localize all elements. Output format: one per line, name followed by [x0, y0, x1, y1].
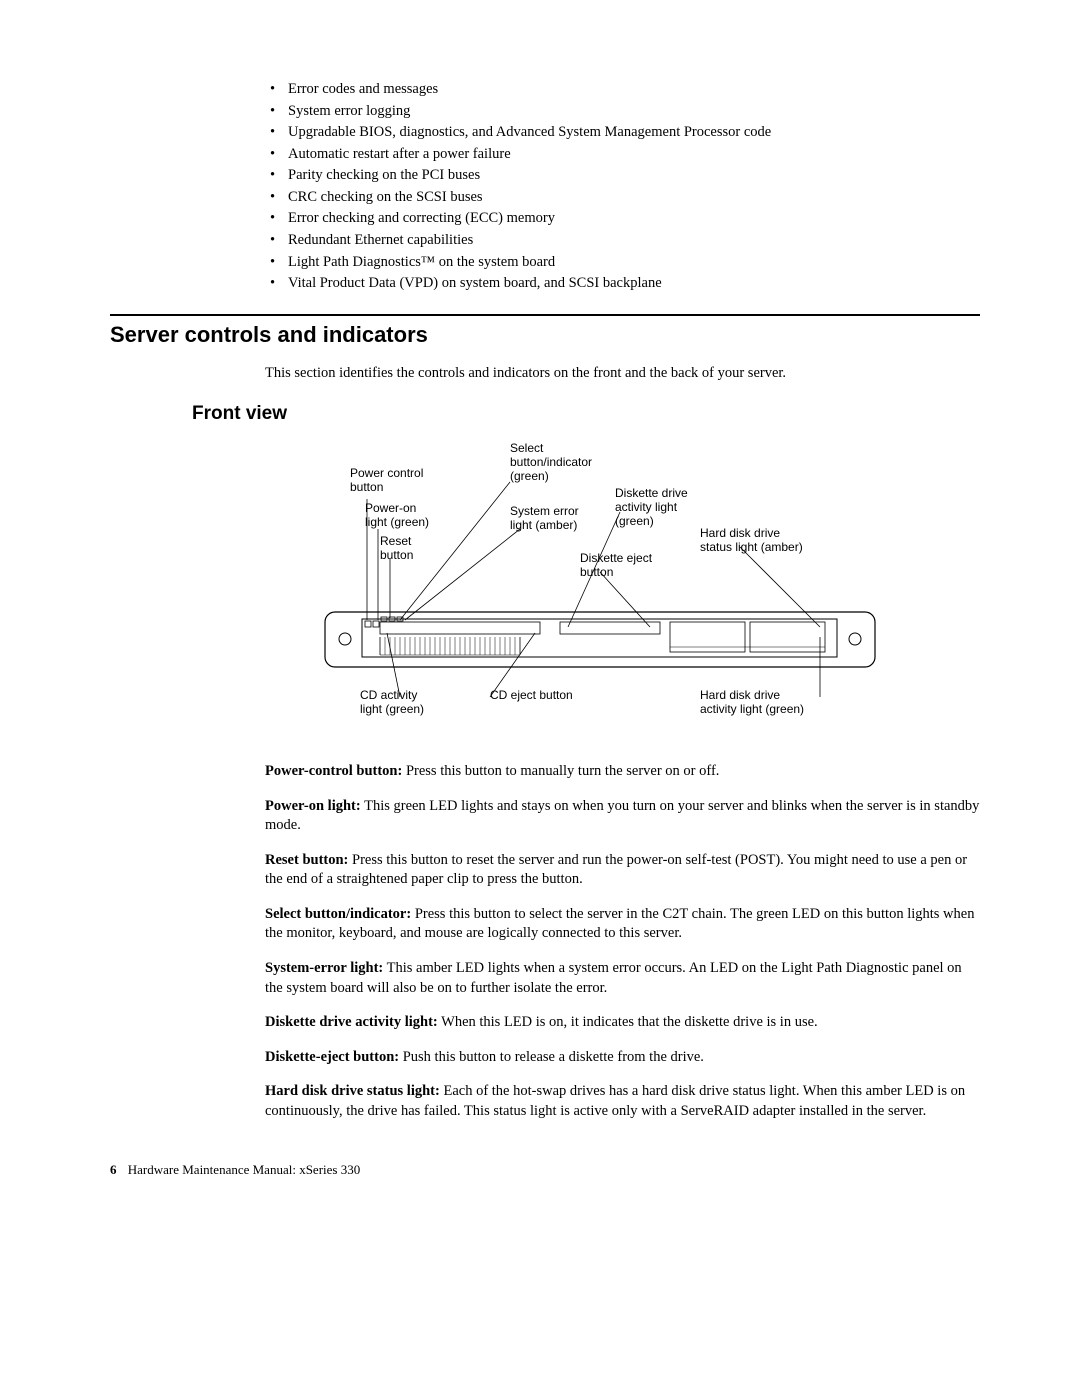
section-intro: This section identifies the controls and…: [265, 364, 980, 384]
svg-text:button: button: [350, 480, 383, 494]
svg-text:light (green): light (green): [360, 702, 424, 716]
definition-desc: This green LED lights and stays on when …: [265, 798, 979, 834]
definition-list: Power-control button: Press this button …: [265, 762, 980, 1121]
svg-text:CD activity: CD activity: [360, 688, 417, 702]
svg-text:Power-on: Power-on: [365, 501, 416, 515]
list-item: Upgradable BIOS, diagnostics, and Advanc…: [270, 123, 980, 143]
svg-text:light (green): light (green): [365, 515, 429, 529]
list-item: Redundant Ethernet capabilities: [270, 231, 980, 251]
svg-text:Select: Select: [510, 441, 544, 455]
footer-title: Hardware Maintenance Manual: xSeries 330: [128, 1162, 360, 1177]
svg-text:Diskette drive: Diskette drive: [615, 486, 688, 500]
page-footer: 6 Hardware Maintenance Manual: xSeries 3…: [110, 1161, 980, 1179]
definition-item: Power-control button: Press this button …: [265, 762, 980, 782]
list-item: Error checking and correcting (ECC) memo…: [270, 209, 980, 229]
svg-text:button/indicator: button/indicator: [510, 455, 592, 469]
section-heading: Server controls and indicators: [110, 320, 980, 350]
definition-term: Diskette-eject button:: [265, 1049, 399, 1065]
definition-term: Hard disk drive status light:: [265, 1083, 440, 1099]
page-number: 6: [110, 1162, 117, 1177]
definition-term: Reset button:: [265, 852, 348, 868]
list-item: Automatic restart after a power failure: [270, 145, 980, 165]
definition-item: Diskette-eject button: Push this button …: [265, 1048, 980, 1068]
svg-text:(green): (green): [510, 469, 549, 483]
definition-item: Select button/indicator: Press this butt…: [265, 905, 980, 944]
svg-text:Hard disk drive: Hard disk drive: [700, 688, 780, 702]
definition-item: Diskette drive activity light: When this…: [265, 1013, 980, 1033]
definition-term: System-error light:: [265, 960, 383, 976]
svg-text:activity light: activity light: [615, 500, 678, 514]
list-item: System error logging: [270, 102, 980, 122]
definition-desc: When this LED is on, it indicates that t…: [438, 1014, 818, 1030]
front-view-figure: Power control button Power-on light (gre…: [320, 437, 880, 737]
svg-text:Hard disk drive: Hard disk drive: [700, 526, 780, 540]
definition-item: Reset button: Press this button to reset…: [265, 851, 980, 890]
list-item: Vital Product Data (VPD) on system board…: [270, 274, 980, 294]
definition-item: System-error light: This amber LED light…: [265, 959, 980, 998]
svg-text:(green): (green): [615, 514, 654, 528]
definition-term: Diskette drive activity light:: [265, 1014, 438, 1030]
definition-item: Power-on light: This green LED lights an…: [265, 797, 980, 836]
definition-term: Power-control button:: [265, 763, 402, 779]
svg-text:status light (amber): status light (amber): [700, 540, 803, 554]
svg-text:button: button: [580, 565, 613, 579]
definition-desc: Press this button to reset the server an…: [265, 852, 967, 888]
section-rule: [110, 314, 980, 316]
svg-text:System error: System error: [510, 504, 579, 518]
definition-item: Hard disk drive status light: Each of th…: [265, 1082, 980, 1121]
svg-text:Power control: Power control: [350, 466, 423, 480]
svg-text:CD eject button: CD eject button: [490, 688, 573, 702]
feature-bullet-list: Error codes and messages System error lo…: [110, 80, 980, 294]
svg-text:light (amber): light (amber): [510, 518, 577, 532]
definition-term: Select button/indicator:: [265, 906, 411, 922]
svg-text:Diskette eject: Diskette eject: [580, 551, 653, 565]
svg-text:Reset: Reset: [380, 534, 412, 548]
svg-text:activity light (green): activity light (green): [700, 702, 804, 716]
svg-text:button: button: [380, 548, 413, 562]
definition-term: Power-on light:: [265, 798, 361, 814]
list-item: Light Path Diagnostics™ on the system bo…: [270, 253, 980, 273]
subsection-heading: Front view: [192, 401, 980, 427]
definition-desc: Push this button to release a diskette f…: [399, 1049, 704, 1065]
list-item: CRC checking on the SCSI buses: [270, 188, 980, 208]
definition-desc: Press this button to manually turn the s…: [402, 763, 719, 779]
list-item: Parity checking on the PCI buses: [270, 166, 980, 186]
list-item: Error codes and messages: [270, 80, 980, 100]
